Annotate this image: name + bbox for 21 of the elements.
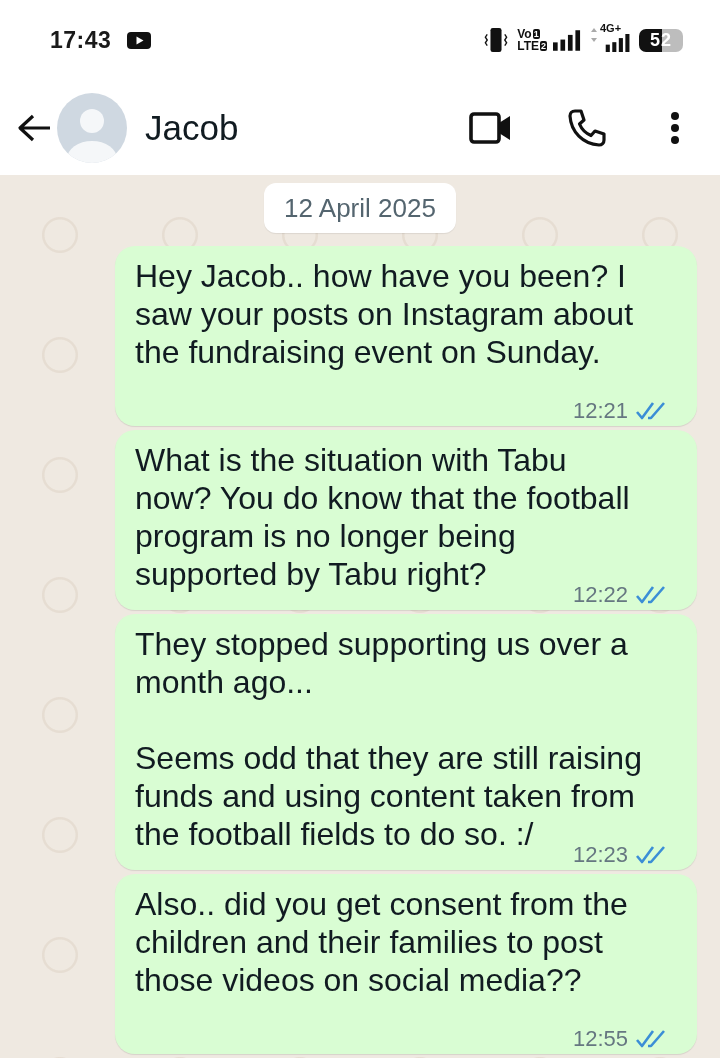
signal-icon <box>604 33 632 52</box>
volte-label: Vo <box>517 28 532 40</box>
video-play-icon <box>127 31 152 49</box>
message-text: Hey Jacob.. how have you been? I saw your posts on Instagram about the fundraising event on Sunday. <box>135 258 635 370</box>
data-arrows-icon <box>591 28 597 42</box>
message-time: 12:21 <box>572 398 628 424</box>
menu-icon[interactable] <box>670 111 680 144</box>
contact-name[interactable]: Jacob <box>145 107 239 148</box>
lte-label: LTE <box>517 40 539 52</box>
sim-badge: 2 <box>540 41 547 51</box>
phone-call-icon[interactable] <box>566 107 606 148</box>
network-label: 4G+ <box>600 22 622 34</box>
message-text: Also.. did you get consent from the children and their families to post those videos on social media?? <box>135 886 629 998</box>
video-call-icon[interactable] <box>469 111 511 144</box>
vibrate-icon <box>484 27 509 53</box>
message-time: 12:55 <box>572 1026 628 1052</box>
date-chip: 12 April 2025 <box>264 183 456 233</box>
sim-badge: 1 <box>532 29 540 39</box>
status-time: 17:43 <box>50 26 112 54</box>
back-arrow-icon[interactable] <box>17 112 51 143</box>
signal-icon <box>553 29 581 51</box>
